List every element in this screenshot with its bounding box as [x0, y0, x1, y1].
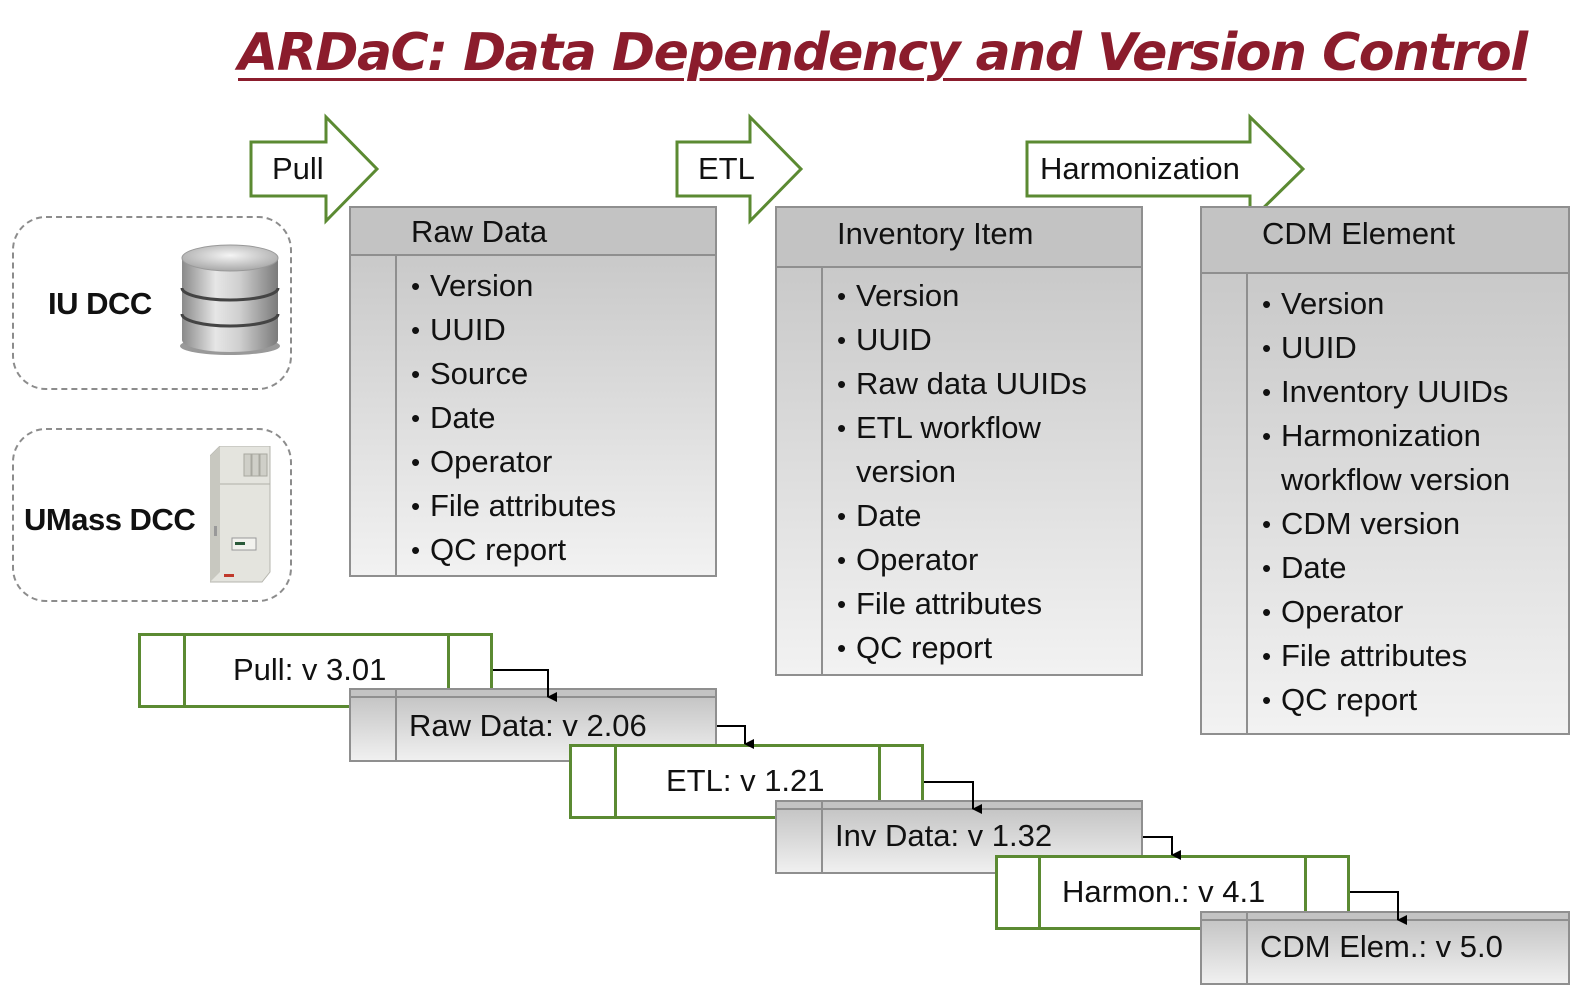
source-iu-dcc: IU DCC [12, 216, 292, 390]
entity-attribute: Date [837, 494, 1087, 538]
entity-gutter [1202, 208, 1248, 733]
process-arrow-label: ETL [698, 151, 755, 186]
entity-gutter [777, 208, 823, 674]
entity-attribute-list: Version UUID Raw data UUIDs ETL workflow… [837, 274, 1087, 670]
entity-header: Inventory Item [777, 208, 1141, 268]
entity-attribute: Version [837, 274, 1087, 318]
entity-attribute: CDM version [1262, 502, 1552, 546]
server-cabinet-icon [210, 446, 271, 583]
version-label: CDM Elem.: v 5.0 [1260, 929, 1503, 964]
entity-title: CDM Element [1262, 216, 1455, 251]
entity-cdm-element: CDM Element Version UUID Inventory UUIDs… [1200, 206, 1570, 735]
connector-arrow [717, 725, 754, 749]
entity-attribute: Harmonization workflow version [1262, 414, 1552, 502]
entity-attribute: Operator [1262, 590, 1552, 634]
entity-attribute: Raw data UUIDs [837, 362, 1087, 406]
entity-attribute: Date [1262, 546, 1552, 590]
entity-attribute: QC report [1262, 678, 1552, 722]
entity-attribute-list: Version UUID Inventory UUIDs Harmonizati… [1262, 282, 1552, 722]
entity-attribute: Source [411, 352, 616, 396]
version-label: ETL: v 1.21 [666, 763, 825, 798]
version-label: Pull: v 3.01 [233, 652, 387, 687]
entity-attribute: File attributes [837, 582, 1087, 626]
source-label: UMass DCC [24, 502, 196, 537]
entity-header: Raw Data [351, 208, 715, 256]
connector-arrow [1143, 836, 1181, 860]
entity-attribute: Operator [837, 538, 1087, 582]
process-arrow-label: Harmonization [1040, 151, 1240, 186]
entity-attribute: UUID [1262, 326, 1552, 370]
entity-attribute: QC report [411, 528, 616, 572]
version-label: Raw Data: v 2.06 [409, 708, 647, 743]
entity-attribute: File attributes [411, 484, 616, 528]
source-umass-dcc: UMass DCC [12, 428, 292, 602]
entity-attribute: Version [411, 264, 616, 308]
entity-attribute: QC report [837, 626, 1087, 670]
entity-inventory-item: Inventory Item Version UUID Raw data UUI… [775, 206, 1143, 676]
entity-attribute: Inventory UUIDs [1262, 370, 1552, 414]
database-icon [180, 244, 280, 355]
entity-attribute: Date [411, 396, 616, 440]
entity-attribute: Version [1262, 282, 1552, 326]
entity-attribute: UUID [837, 318, 1087, 362]
entity-title: Raw Data [411, 214, 548, 249]
entity-title: Inventory Item [837, 216, 1034, 251]
entity-attribute-list: Version UUID Source Date Operator File a… [411, 264, 616, 572]
entity-gutter [351, 208, 397, 575]
source-label: IU DCC [48, 286, 152, 321]
entity-attribute: File attributes [1262, 634, 1552, 678]
entity-header: CDM Element [1202, 208, 1568, 274]
entity-raw-data: Raw Data Version UUID Source Date Operat… [349, 206, 717, 577]
entity-attribute: Operator [411, 440, 616, 484]
version-data-cdm: CDM Elem.: v 5.0 [1200, 911, 1570, 985]
version-label: Inv Data: v 1.32 [835, 818, 1053, 853]
version-label: Harmon.: v 4.1 [1062, 874, 1266, 909]
process-arrow-label: Pull [272, 151, 324, 186]
diagram-title: ARDaC: Data Dependency and Version Contr… [238, 23, 1528, 83]
entity-attribute: UUID [411, 308, 616, 352]
entity-attribute: ETL workflow version [837, 406, 1077, 494]
